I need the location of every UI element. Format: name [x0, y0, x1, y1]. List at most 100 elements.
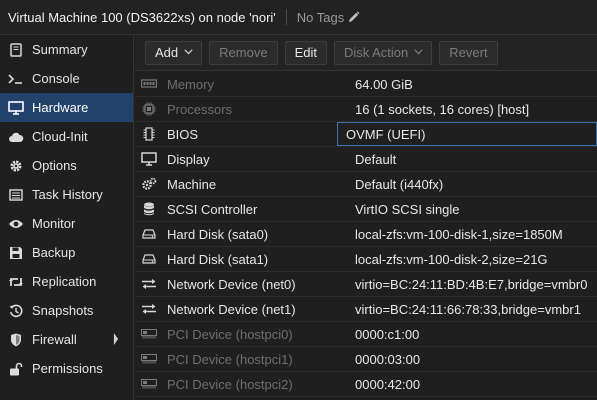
history-icon — [8, 303, 24, 319]
row-value: 0000:c1:00 — [355, 326, 420, 342]
row-key: BIOS — [167, 126, 199, 142]
terminal-icon — [8, 71, 24, 87]
tags-editor[interactable]: No Tags — [297, 10, 360, 25]
sidebar-item-label: Permissions — [32, 361, 103, 376]
microchip-icon — [140, 126, 158, 142]
row-key: Network Device (net1) — [167, 301, 296, 317]
table-row-bios[interactable]: BIOS OVMF (UEFI) — [135, 122, 597, 147]
book-icon — [8, 42, 24, 58]
add-button[interactable]: Add — [145, 40, 203, 65]
tags-label: No Tags — [296, 9, 345, 25]
sidebar-item-label: Replication — [32, 274, 97, 289]
sidebar-item-monitor[interactable]: Monitor — [0, 209, 133, 238]
table-row-machine[interactable]: Machine Default (i440fx) — [135, 172, 597, 197]
disk-action-button[interactable]: Disk Action — [333, 40, 433, 65]
add-button-label: Add — [155, 45, 179, 60]
sidebar-item-label: Options — [32, 158, 77, 173]
database-icon — [140, 201, 158, 217]
table-row-pci-hostpci0[interactable]: PCI Device (hostpci0) 0000:c1:00 — [135, 322, 597, 347]
row-value: 0000:03:00 — [355, 351, 421, 367]
row-key: Hard Disk (sata0) — [167, 226, 269, 242]
pci-icon — [140, 326, 158, 342]
table-row-network-net1[interactable]: Network Device (net1) virtio=BC:24:11:66… — [135, 297, 597, 322]
row-value: Default — [355, 151, 397, 167]
pencil-icon[interactable] — [348, 11, 360, 23]
row-key: Machine — [167, 176, 217, 192]
sidebar-item-console[interactable]: Console — [0, 64, 133, 93]
sidebar-item-replication[interactable]: Replication — [0, 267, 133, 296]
sidebar-item-task-history[interactable]: Task History — [0, 180, 133, 209]
sidebar-item-snapshots[interactable]: Snapshots — [0, 296, 133, 325]
row-key: Hard Disk (sata1) — [167, 251, 269, 267]
sidebar-item-label: Summary — [32, 42, 88, 57]
sidebar-item-label: Monitor — [32, 216, 76, 231]
sidebar-item-cloud-init[interactable]: Cloud-Init — [0, 122, 133, 151]
remove-button-label: Remove — [219, 45, 268, 60]
expand-arrow-icon[interactable] — [113, 333, 119, 345]
table-row-hard-disk-sata0[interactable]: Hard Disk (sata0) local-zfs:vm-100-disk-… — [135, 222, 597, 247]
sidebar-item-backup[interactable]: Backup — [0, 238, 133, 267]
disk-action-button-label: Disk Action — [343, 45, 409, 60]
sidebar-item-label: Task History — [32, 187, 103, 202]
table-row-memory[interactable]: Memory 64.00 GiB — [135, 72, 597, 97]
sidebar-item-firewall[interactable]: Firewall — [0, 325, 133, 354]
pci-icon — [140, 376, 158, 392]
table-row-scsi-controller[interactable]: SCSI Controller VirtIO SCSI single — [135, 197, 597, 222]
sidebar-item-label: Hardware — [32, 100, 89, 115]
exchange-icon — [140, 276, 158, 292]
hdd-icon — [140, 251, 158, 267]
exchange-icon — [140, 301, 158, 317]
table-row-pci-hostpci1[interactable]: PCI Device (hostpci1) 0000:03:00 — [135, 347, 597, 372]
list-icon — [8, 187, 24, 203]
row-value: virtio=BC:24:11:66:78:33,bridge=vmbr1 — [355, 301, 581, 317]
sidebar-item-label: Snapshots — [32, 303, 94, 318]
sidebar-item-label: Console — [32, 71, 80, 86]
table-row-processors[interactable]: Processors 16 (1 sockets, 16 cores) [hos… — [135, 97, 597, 122]
edit-button-label: Edit — [294, 45, 317, 60]
row-value: 0000:42:00 — [355, 376, 421, 392]
row-value: 64.00 GiB — [355, 76, 413, 92]
row-value: Default (i440fx) — [355, 176, 444, 192]
revert-button-label: Revert — [449, 45, 488, 60]
floppy-icon — [8, 245, 24, 261]
vm-title: Virtual Machine 100 (DS3622xs) on node '… — [8, 9, 276, 25]
sidebar-item-permissions[interactable]: Permissions — [0, 354, 133, 383]
row-value: local-zfs:vm-100-disk-1,size=1850M — [355, 226, 563, 242]
hardware-panel: Add Remove Edit Disk Action Revert Memor… — [135, 35, 597, 400]
row-value: 16 (1 sockets, 16 cores) [host] — [355, 101, 530, 117]
sidebar-item-label: Cloud-Init — [32, 129, 88, 144]
row-key: PCI Device (hostpci2) — [167, 376, 293, 392]
memory-icon — [140, 76, 158, 92]
table-row-network-net0[interactable]: Network Device (net0) virtio=BC:24:11:BD… — [135, 272, 597, 297]
row-value: VirtIO SCSI single — [355, 201, 460, 217]
cloud-icon — [8, 129, 24, 145]
hardware-grid: Memory 64.00 GiB Processors 16 (1 socket… — [135, 72, 597, 397]
monitor-icon — [8, 100, 24, 116]
hdd-icon — [140, 226, 158, 242]
eye-icon — [8, 216, 24, 232]
row-key: Processors — [167, 101, 233, 117]
pci-icon — [140, 351, 158, 367]
sidebar-item-options[interactable]: Options — [0, 151, 133, 180]
desktop-icon — [140, 151, 158, 167]
sidebar-item-label: Backup — [32, 245, 76, 260]
toolbar: Add Remove Edit Disk Action Revert — [135, 35, 597, 71]
row-key: Network Device (net0) — [167, 276, 296, 292]
revert-button[interactable]: Revert — [439, 40, 498, 65]
cogs-icon — [140, 176, 158, 192]
remove-button[interactable]: Remove — [209, 40, 278, 65]
row-key: PCI Device (hostpci1) — [167, 351, 293, 367]
table-row-pci-hostpci2[interactable]: PCI Device (hostpci2) 0000:42:00 — [135, 372, 597, 397]
cpu-icon — [140, 101, 158, 117]
sidebar-item-hardware[interactable]: Hardware — [0, 93, 133, 122]
row-value: local-zfs:vm-100-disk-2,size=21G — [355, 251, 548, 267]
edit-button[interactable]: Edit — [284, 40, 327, 65]
row-key: Display — [167, 151, 210, 167]
table-row-display[interactable]: Display Default — [135, 147, 597, 172]
sidebar-item-summary[interactable]: Summary — [0, 35, 133, 64]
row-key: Memory — [167, 76, 214, 92]
chevron-down-icon — [414, 48, 423, 57]
table-row-hard-disk-sata1[interactable]: Hard Disk (sata1) local-zfs:vm-100-disk-… — [135, 247, 597, 272]
unlock-icon — [8, 361, 24, 377]
title-bar: Virtual Machine 100 (DS3622xs) on node '… — [0, 0, 597, 35]
